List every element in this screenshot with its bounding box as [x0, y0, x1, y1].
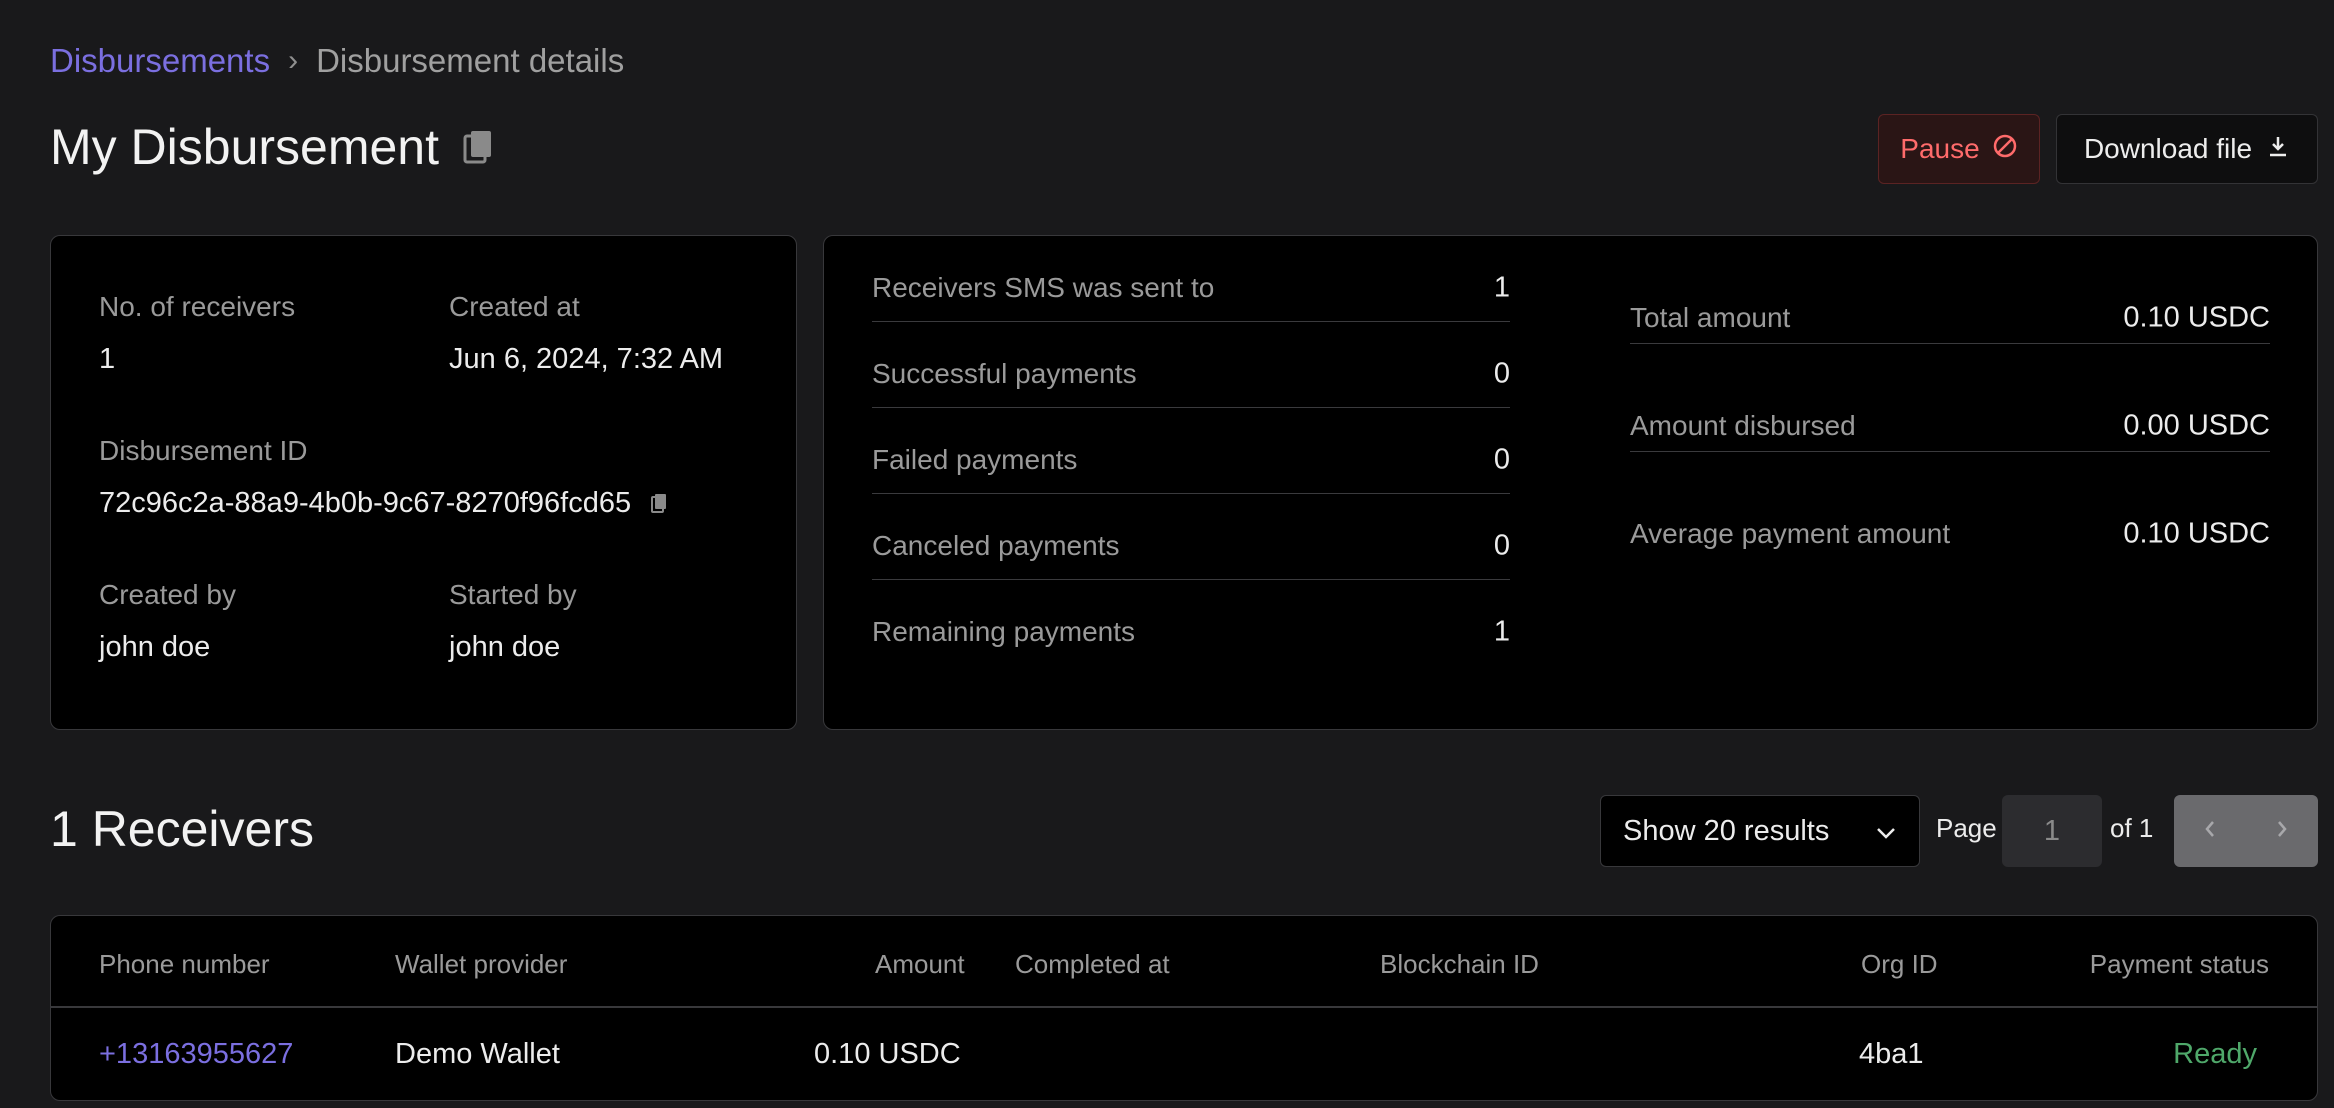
created-by-value: john doe [99, 631, 211, 663]
disbursement-id-label: Disbursement ID [99, 435, 308, 466]
stat-label: Failed payments [872, 444, 1078, 475]
stat-row-sms-sent: Receivers SMS was sent to 1 [872, 236, 1510, 322]
column-header-wallet[interactable]: Wallet provider [395, 949, 567, 980]
details-card: No. of receivers 1 Created at Jun 6, 202… [50, 235, 797, 730]
column-header-blockchain[interactable]: Blockchain ID [1380, 949, 1539, 980]
org-id-cell: 4ba1 [1859, 1038, 1924, 1070]
copy-icon[interactable] [651, 488, 667, 521]
download-label: Download file [2083, 133, 2253, 164]
breadcrumb-current: Disbursement details [316, 42, 625, 79]
copy-icon[interactable] [463, 130, 493, 164]
page-number-input[interactable]: 1 [2002, 795, 2102, 867]
summary-row-average: Average payment amount 0.10 USDC [1630, 452, 2270, 560]
stat-row-canceled: Canceled payments 0 [872, 494, 1510, 580]
summary-row-disbursed: Amount disbursed 0.00 USDC [1630, 344, 2270, 452]
next-page-button[interactable] [2246, 795, 2318, 867]
stat-row-successful: Successful payments 0 [872, 322, 1510, 408]
receivers-count-label: No. of receivers [99, 291, 296, 322]
wallet-provider-cell: Demo Wallet [395, 1038, 560, 1070]
created-at-label: Created at [449, 291, 580, 322]
chevron-down-icon [1875, 815, 1897, 848]
summary-row-total: Total amount 0.10 USDC [1630, 236, 2270, 344]
disbursement-id-value: 72c96c2a-88a9-4b0b-9c67-8270f96fcd65 [99, 487, 632, 519]
chevron-right-icon [2276, 819, 2288, 844]
column-header-status[interactable]: Payment status [2090, 949, 2269, 980]
receivers-title: 1 Receivers [50, 801, 314, 857]
pagination-controls [2174, 795, 2318, 867]
pause-button[interactable]: Pause [1878, 114, 2040, 184]
amount-cell: 0.10 USDC [814, 1038, 961, 1070]
page-title: My Disbursement [50, 119, 439, 175]
summary-label: Amount disbursed [1630, 410, 1856, 441]
disbursement-details-page: Disbursements › Disbursement details My … [0, 0, 2334, 1108]
summary-value: 0.00 USDC [2123, 409, 2270, 442]
header-divider [51, 1006, 2317, 1008]
stat-label: Successful payments [872, 358, 1137, 389]
summary-value: 0.10 USDC [2123, 301, 2270, 334]
summary-label: Average payment amount [1630, 518, 1951, 549]
stat-label: Remaining payments [872, 616, 1136, 647]
stat-value: 1 [1493, 615, 1510, 648]
column-header-amount[interactable]: Amount [875, 949, 965, 980]
column-header-completed[interactable]: Completed at [1015, 949, 1170, 980]
receivers-table: Phone number Wallet provider Amount Comp… [50, 915, 2318, 1101]
breadcrumb-separator: › [288, 44, 299, 77]
pause-label: Pause [1900, 133, 1980, 164]
created-at-value: Jun 6, 2024, 7:32 AM [449, 343, 724, 375]
column-header-org[interactable]: Org ID [1861, 949, 1938, 980]
stat-row-failed: Failed payments 0 [872, 408, 1510, 494]
stats-card: Receivers SMS was sent to 1 Successful p… [823, 235, 2318, 730]
disbursement-id-row: 72c96c2a-88a9-4b0b-9c67-8270f96fcd65 [99, 487, 667, 521]
stat-value: 1 [1493, 271, 1510, 304]
breadcrumb-disbursements-link[interactable]: Disbursements [50, 42, 270, 80]
stat-row-remaining: Remaining payments 1 [872, 580, 1510, 666]
ban-icon [1992, 133, 2018, 166]
column-header-phone[interactable]: Phone number [99, 949, 270, 980]
page-total-label: of 1 [2110, 813, 2154, 843]
summary-value: 0.10 USDC [2123, 517, 2270, 550]
created-by-label: Created by [99, 579, 236, 610]
download-file-button[interactable]: Download file [2056, 114, 2318, 184]
started-by-label: Started by [449, 579, 577, 610]
page-size-label: Show 20 results [1623, 814, 1830, 847]
payment-status-cell: Ready [2173, 1038, 2257, 1070]
stat-value: 0 [1493, 357, 1510, 390]
download-icon [2266, 133, 2290, 165]
breadcrumb: Disbursements › Disbursement details [50, 42, 624, 80]
started-by-value: john doe [449, 631, 561, 663]
summary-label: Total amount [1630, 302, 1791, 333]
stat-value: 0 [1493, 529, 1510, 562]
page-size-select[interactable]: Show 20 results [1600, 795, 1920, 867]
page-label: Page [1936, 813, 1997, 843]
receivers-count-value: 1 [99, 343, 116, 375]
stat-label: Canceled payments [872, 530, 1120, 561]
title-row: My Disbursement [50, 118, 493, 176]
stat-label: Receivers SMS was sent to [872, 272, 1215, 303]
previous-page-button[interactable] [2174, 795, 2246, 867]
stat-value: 0 [1493, 443, 1510, 476]
phone-number-link[interactable]: +13163955627 [99, 1038, 293, 1071]
chevron-left-icon [2204, 819, 2216, 844]
